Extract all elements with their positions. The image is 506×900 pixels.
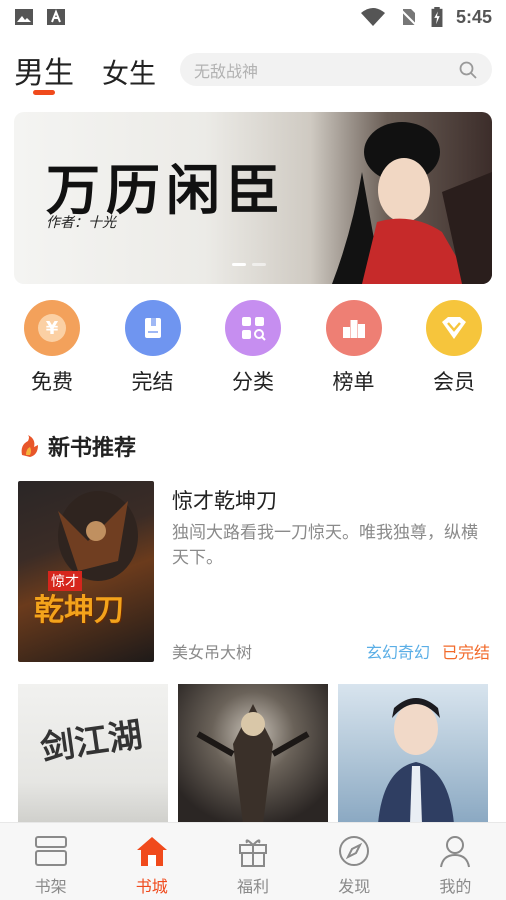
book-description: 独闯大路看我一刀惊天。唯我独尊，纵横天下。 (172, 523, 478, 568)
wifi-icon (360, 8, 385, 26)
battery-icon (431, 7, 443, 27)
cover-title-art: 剑江湖 (38, 715, 145, 769)
category-finished[interactable]: 完结 (123, 300, 183, 410)
home-icon (136, 837, 167, 866)
cover-artwork (58, 491, 138, 581)
compass-icon (339, 836, 370, 866)
book-status-tag: 已完结 (442, 643, 491, 662)
nav-label: 福利 (237, 877, 270, 896)
category-label: 免费 (31, 370, 73, 394)
app-notification-icon (47, 9, 65, 25)
nav-benefits[interactable]: 福利 (202, 823, 303, 900)
section-header: 新书推荐 (16, 430, 136, 462)
carousel-indicator (232, 263, 266, 266)
image-notification-icon (15, 9, 33, 25)
ranking-icon[interactable] (325, 300, 382, 356)
category-icon[interactable] (225, 300, 281, 356)
cover-title: 乾坤刀 (34, 593, 124, 628)
nav-profile[interactable]: 我的 (405, 823, 506, 900)
book-cover-row: 剑江湖 (18, 684, 490, 824)
nav-label: 书架 (34, 877, 67, 896)
nav-discover[interactable]: 发现 (304, 823, 405, 900)
nav-bookstore[interactable]: 书城 (101, 823, 202, 900)
category-label: 分类 (232, 370, 274, 394)
book-cover[interactable] (178, 684, 328, 824)
category-vip[interactable]: 会员 (424, 300, 484, 410)
tab-male[interactable]: 男生 (14, 48, 74, 92)
bookshelf-icon (34, 836, 67, 866)
nav-label: 我的 (439, 877, 472, 896)
section-title: 新书推荐 (48, 436, 137, 461)
banner-carousel[interactable]: 万历闲臣 作者：十光 (14, 112, 492, 284)
gift-icon (239, 839, 267, 867)
book-cover[interactable] (338, 684, 488, 824)
book-cover[interactable]: 惊才 乾坤刀 (18, 481, 154, 662)
search-bar[interactable]: 无敌战神 (180, 53, 492, 86)
category-rankings[interactable]: 榜单 (324, 300, 384, 410)
book-genre-tag: 玄幻奇幻 (366, 643, 431, 662)
carousel-dot[interactable] (232, 263, 246, 266)
nav-label: 书城 (135, 877, 168, 896)
status-bar: 5:45 (0, 0, 506, 34)
nav-label: 发现 (338, 877, 371, 896)
book-author: 美女吊大树 (172, 643, 253, 662)
banner-illustration (332, 122, 492, 284)
book-title[interactable]: 惊才乾坤刀 (172, 485, 277, 515)
svg-text:¥: ¥ (46, 318, 59, 339)
banner-author: 作者：十光 (46, 215, 116, 231)
cover-artwork (196, 704, 310, 824)
profile-icon (440, 836, 471, 868)
category-genres[interactable]: 分类 (223, 300, 283, 410)
no-sim-icon (399, 8, 417, 26)
cover-artwork (378, 698, 454, 824)
flame-icon (16, 433, 42, 459)
category-free[interactable]: ¥ 免费 (22, 300, 82, 410)
bottom-navigation: 书架 书城 福利 发现 我的 (0, 822, 506, 900)
book-cover[interactable]: 剑江湖 (18, 684, 168, 824)
category-label: 会员 (433, 370, 475, 394)
diamond-icon[interactable] (426, 300, 482, 356)
search-icon[interactable] (458, 60, 478, 80)
category-label: 完结 (131, 370, 174, 394)
tab-female[interactable]: 女生 (102, 52, 156, 91)
carousel-dot[interactable] (252, 263, 266, 266)
header: 男生 女生 无敌战神 (0, 40, 506, 100)
category-label: 榜单 (332, 370, 375, 394)
category-row: ¥ 免费 完结 分类 榜单 会员 (0, 300, 506, 410)
nav-bookshelf[interactable]: 书架 (0, 823, 101, 900)
search-input[interactable]: 无敌战神 (194, 58, 458, 82)
clock: 5:45 (455, 6, 492, 27)
book-icon[interactable] (124, 300, 181, 356)
featured-book[interactable]: 惊才 乾坤刀 惊才乾坤刀 独闯大路看我一刀惊天。唯我独尊，纵横天下。 美女吊大树… (18, 481, 494, 663)
yen-icon[interactable]: ¥ (24, 300, 80, 356)
tab-indicator (33, 90, 55, 95)
